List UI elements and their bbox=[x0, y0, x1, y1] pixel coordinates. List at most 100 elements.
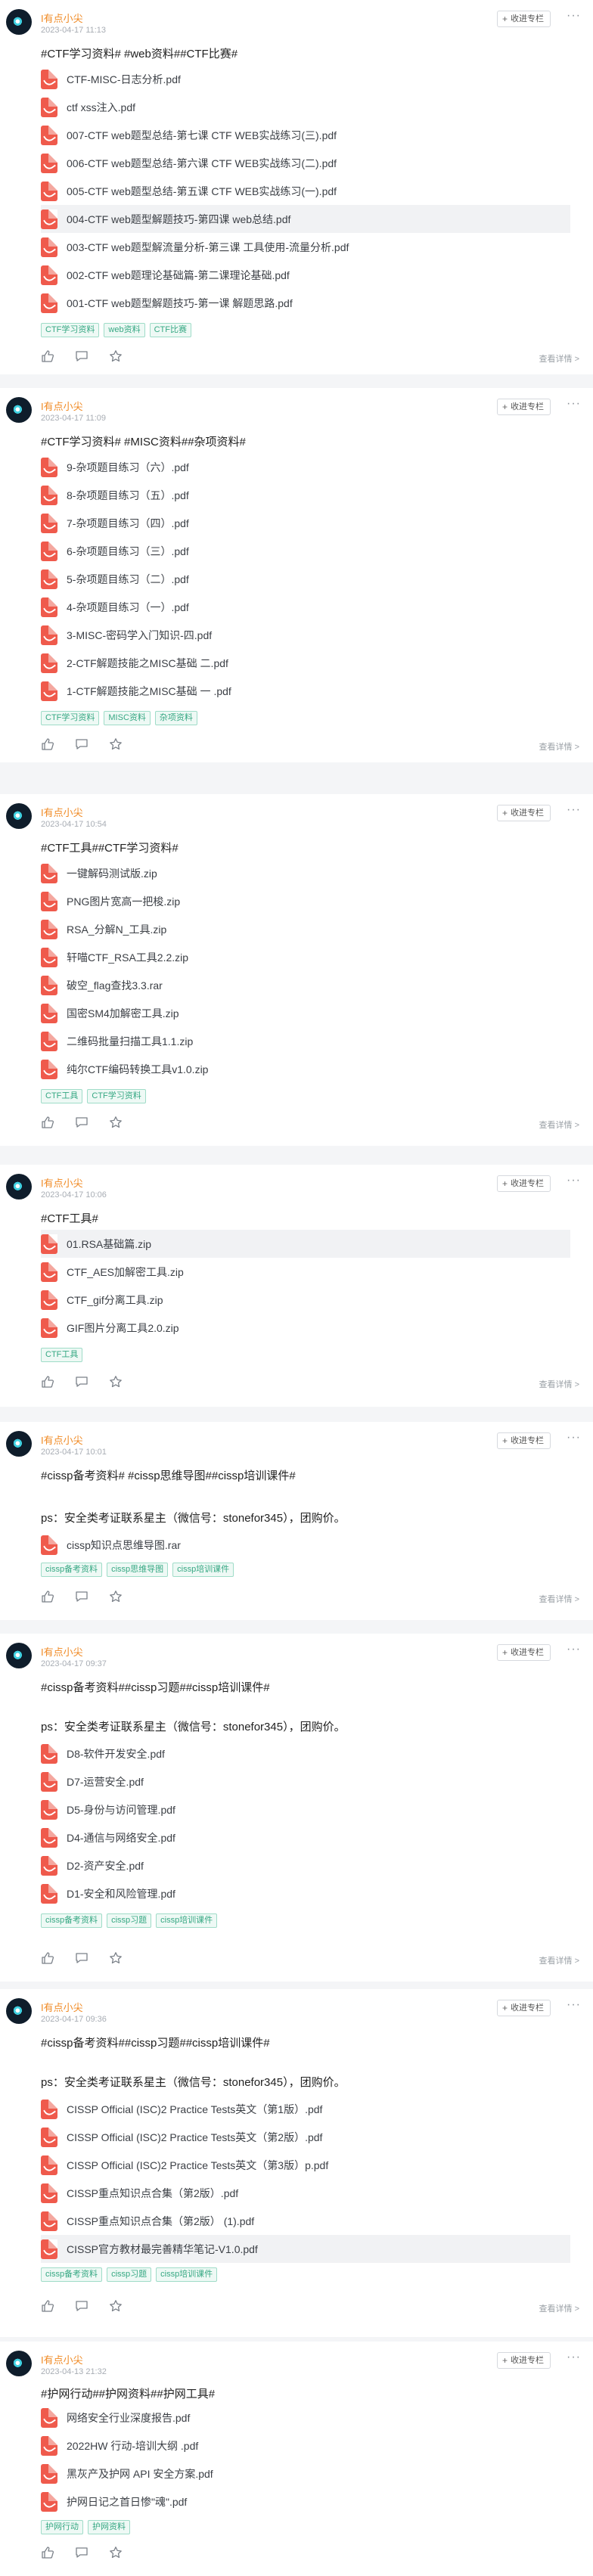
add-to-column-button[interactable]: + 收进专栏 bbox=[496, 805, 551, 821]
more-options-icon[interactable]: ··· bbox=[567, 804, 581, 816]
attachment-item[interactable]: 4-杂项题目练习（一）.pdf bbox=[41, 593, 570, 621]
avatar[interactable] bbox=[6, 2351, 32, 2376]
topic-tag[interactable]: CTF工具 bbox=[41, 1348, 83, 1362]
attachment-item[interactable]: CTF_AES加解密工具.zip bbox=[41, 1258, 570, 1286]
attachment-item[interactable]: CTF_gif分离工具.zip bbox=[41, 1286, 570, 1314]
view-details-link[interactable]: 查看详情 > bbox=[539, 2302, 579, 2314]
attachment-item[interactable]: 005-CTF web题型总结-第五课 CTF WEB实战练习(一).pdf bbox=[41, 177, 570, 205]
author-name[interactable]: I有点小尖 bbox=[41, 2000, 83, 2014]
attachment-item[interactable]: 破空_flag查找3.3.rar bbox=[41, 971, 570, 999]
author-name[interactable]: I有点小尖 bbox=[41, 2352, 83, 2367]
avatar[interactable] bbox=[6, 1643, 32, 1668]
topic-tag[interactable]: cissp备考资料 bbox=[41, 1563, 103, 1577]
attachment-item[interactable]: D7-运营安全.pdf bbox=[41, 1768, 570, 1795]
attachment-item[interactable]: CISSP重点知识点合集（第2版） (1).pdf bbox=[41, 2207, 570, 2235]
attachment-item[interactable]: 8-杂项题目练习（五）.pdf bbox=[41, 481, 570, 509]
topic-tag[interactable]: 护网资料 bbox=[88, 2520, 130, 2534]
attachment-item[interactable]: CISSP官方教材最完善精华笔记-V1.0.pdf bbox=[41, 2235, 570, 2263]
topic-tag[interactable]: CTF比赛 bbox=[149, 323, 191, 337]
attachment-item[interactable]: 9-杂项题目练习（六）.pdf bbox=[41, 453, 570, 481]
like-icon[interactable] bbox=[41, 349, 54, 363]
like-icon[interactable] bbox=[41, 2299, 54, 2313]
attachment-item[interactable]: CTF-MISC-日志分析.pdf bbox=[41, 65, 570, 93]
attachment-item[interactable]: 轩喵CTF_RSA工具2.2.zip bbox=[41, 943, 570, 971]
star-icon[interactable] bbox=[109, 1951, 123, 1965]
view-details-link[interactable]: 查看详情 > bbox=[539, 740, 579, 753]
more-options-icon[interactable]: ··· bbox=[567, 1643, 581, 1656]
like-icon[interactable] bbox=[41, 2546, 54, 2559]
comment-icon[interactable] bbox=[75, 1116, 88, 1129]
attachment-item[interactable]: 002-CTF web题理论基础篇-第二课理论基础.pdf bbox=[41, 261, 570, 289]
topic-tag[interactable]: cissp备考资料 bbox=[41, 1913, 103, 1928]
more-options-icon[interactable]: ··· bbox=[567, 10, 581, 22]
comment-icon[interactable] bbox=[75, 1590, 88, 1603]
attachment-item[interactable]: 网络安全行业深度报告.pdf bbox=[41, 2404, 570, 2432]
author-name[interactable]: I有点小尖 bbox=[41, 1432, 83, 1447]
attachment-item[interactable]: 护网日记之首日惨"魂".pdf bbox=[41, 2488, 570, 2515]
attachment-item[interactable]: RSA_分解N_工具.zip bbox=[41, 915, 570, 943]
avatar[interactable] bbox=[6, 1998, 32, 2024]
attachment-item[interactable]: D5-身份与访问管理.pdf bbox=[41, 1795, 570, 1823]
star-icon[interactable] bbox=[109, 2546, 123, 2559]
star-icon[interactable] bbox=[109, 737, 123, 751]
add-to-column-button[interactable]: + 收进专栏 bbox=[496, 2000, 551, 2016]
attachment-item[interactable]: 7-杂项题目练习（四）.pdf bbox=[41, 509, 570, 537]
attachment-item[interactable]: 2022HW 行动-培训大纲 .pdf bbox=[41, 2432, 570, 2460]
attachment-item[interactable]: 国密SM4加解密工具.zip bbox=[41, 999, 570, 1027]
avatar[interactable] bbox=[6, 1431, 32, 1457]
view-details-link[interactable]: 查看详情 > bbox=[539, 1119, 579, 1131]
author-name[interactable]: I有点小尖 bbox=[41, 399, 83, 413]
attachment-item[interactable]: 001-CTF web题型解题技巧-第一课 解题思路.pdf bbox=[41, 289, 570, 317]
topic-tag[interactable]: 杂项资料 bbox=[154, 711, 197, 725]
avatar[interactable] bbox=[6, 803, 32, 829]
more-options-icon[interactable]: ··· bbox=[567, 1175, 581, 1187]
attachment-item[interactable]: 2-CTF解题技能之MISC基础 二.pdf bbox=[41, 649, 570, 677]
topic-tag[interactable]: MISC资料 bbox=[104, 711, 151, 725]
attachment-item[interactable]: 一键解码测试版.zip bbox=[41, 859, 570, 887]
avatar[interactable] bbox=[6, 9, 32, 35]
topic-tag[interactable]: 护网行动 bbox=[41, 2520, 83, 2534]
comment-icon[interactable] bbox=[75, 737, 88, 751]
topic-tag[interactable]: web资料 bbox=[104, 323, 145, 337]
attachment-item[interactable]: 纯尔CTF编码转换工具v1.0.zip bbox=[41, 1055, 570, 1083]
author-name[interactable]: I有点小尖 bbox=[41, 1175, 83, 1190]
attachment-item[interactable]: 1-CTF解题技能之MISC基础 一 .pdf bbox=[41, 677, 570, 705]
topic-tag[interactable]: cissp培训课件 bbox=[156, 2267, 218, 2282]
attachment-item[interactable]: 黑灰产及护网 API 安全方案.pdf bbox=[41, 2460, 570, 2488]
add-to-column-button[interactable]: + 收进专栏 bbox=[496, 1644, 551, 1661]
add-to-column-button[interactable]: + 收进专栏 bbox=[496, 399, 551, 415]
topic-tag[interactable]: cissp思维导图 bbox=[107, 1563, 169, 1577]
attachment-item[interactable]: 6-杂项题目练习（三）.pdf bbox=[41, 537, 570, 565]
attachment-item[interactable]: CISSP Official (ISC)2 Practice Tests英文（第… bbox=[41, 2151, 570, 2179]
star-icon[interactable] bbox=[109, 1375, 123, 1389]
view-details-link[interactable]: 查看详情 > bbox=[539, 352, 579, 365]
attachment-item[interactable]: 004-CTF web题型解题技巧-第四课 web总结.pdf bbox=[41, 205, 570, 233]
like-icon[interactable] bbox=[41, 1951, 54, 1965]
attachment-item[interactable]: D4-通信与网络安全.pdf bbox=[41, 1823, 570, 1851]
topic-tag[interactable]: cissp习题 bbox=[107, 2267, 152, 2282]
attachment-item[interactable]: cissp知识点思维导图.rar bbox=[41, 1531, 570, 1559]
comment-icon[interactable] bbox=[75, 349, 88, 363]
star-icon[interactable] bbox=[109, 1116, 123, 1129]
author-name[interactable]: I有点小尖 bbox=[41, 805, 83, 819]
topic-tag[interactable]: CTF学习资料 bbox=[41, 711, 100, 725]
comment-icon[interactable] bbox=[75, 2546, 88, 2559]
attachment-item[interactable]: 01.RSA基础篇.zip bbox=[41, 1230, 570, 1258]
avatar[interactable] bbox=[6, 397, 32, 423]
more-options-icon[interactable]: ··· bbox=[567, 398, 581, 410]
attachment-item[interactable]: 003-CTF web题型解流量分析-第三课 工具使用-流量分析.pdf bbox=[41, 233, 570, 261]
author-name[interactable]: I有点小尖 bbox=[41, 11, 83, 25]
add-to-column-button[interactable]: + 收进专栏 bbox=[496, 2352, 551, 2369]
like-icon[interactable] bbox=[41, 1375, 54, 1389]
topic-tag[interactable]: cissp备考资料 bbox=[41, 2267, 103, 2282]
topic-tag[interactable]: cissp培训课件 bbox=[172, 1563, 234, 1577]
attachment-item[interactable]: PNG图片宽高一把梭.zip bbox=[41, 887, 570, 915]
attachment-item[interactable]: 3-MISC-密码学入门知识-四.pdf bbox=[41, 621, 570, 649]
avatar[interactable] bbox=[6, 1174, 32, 1200]
attachment-item[interactable]: 5-杂项题目练习（二）.pdf bbox=[41, 565, 570, 593]
view-details-link[interactable]: 查看详情 > bbox=[539, 1378, 579, 1390]
topic-tag[interactable]: cissp培训课件 bbox=[156, 1913, 218, 1928]
like-icon[interactable] bbox=[41, 737, 54, 751]
attachment-item[interactable]: D2-资产安全.pdf bbox=[41, 1851, 570, 1879]
like-icon[interactable] bbox=[41, 1590, 54, 1603]
